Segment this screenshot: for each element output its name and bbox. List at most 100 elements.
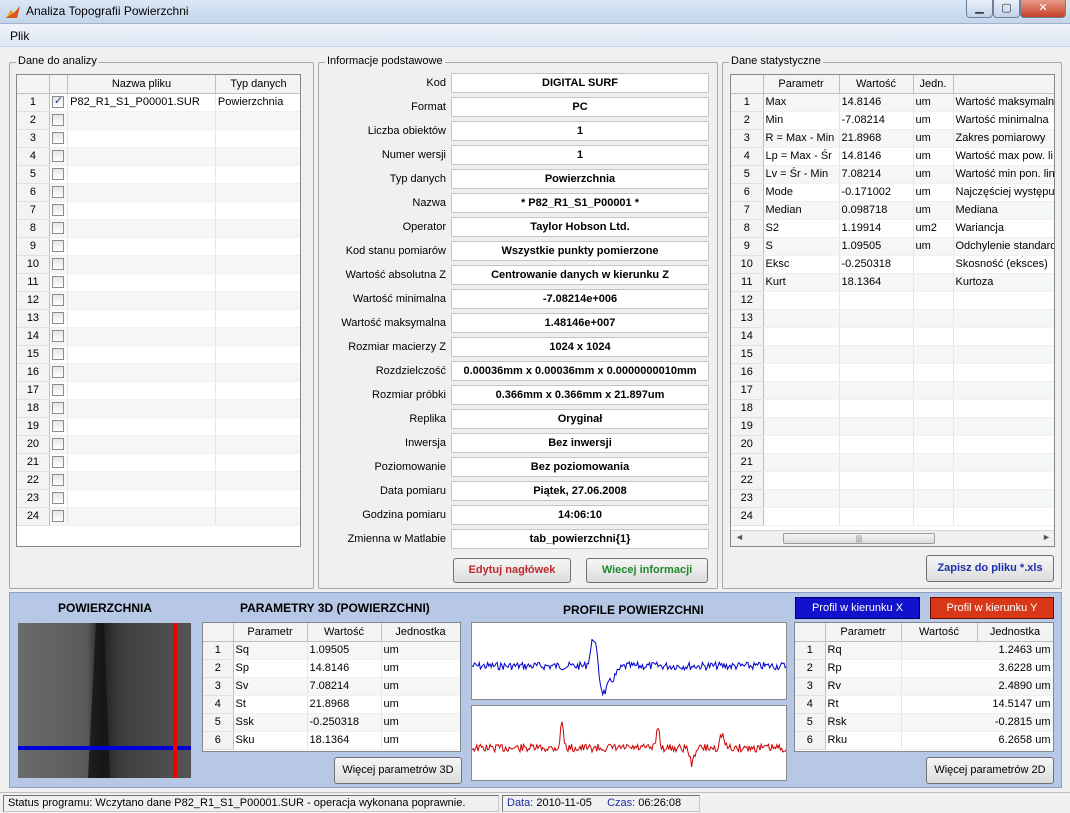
col-header-unit[interactable]: Jednostka <box>977 623 1053 642</box>
table-row[interactable]: 21 <box>17 453 300 472</box>
row-checkbox[interactable] <box>51 294 64 307</box>
row-checkbox[interactable] <box>51 312 64 325</box>
stat-cell-p[interactable]: Min <box>763 111 840 130</box>
profile-x-button[interactable]: Profil w kierunku X <box>795 597 920 619</box>
param2d-cell-p[interactable]: Rv <box>825 677 902 696</box>
stat-cell-d[interactable] <box>953 417 1054 436</box>
param3d-cell-p[interactable]: Sp <box>233 659 308 678</box>
info-value-field[interactable]: Oryginał <box>451 409 709 429</box>
row-checkbox[interactable] <box>51 492 64 505</box>
data-type-cell[interactable] <box>215 399 300 418</box>
table-row[interactable]: 17 <box>731 381 1054 400</box>
param3d-cell-u[interactable]: um <box>381 659 460 678</box>
data-type-cell[interactable] <box>215 345 300 364</box>
table-row[interactable]: 18 <box>731 399 1054 418</box>
stat-cell-d[interactable] <box>953 507 1054 526</box>
param2d-cell-p[interactable]: Rq <box>825 641 902 660</box>
stat-cell-p[interactable]: Lp = Max - Śr <box>763 147 840 166</box>
row-checkbox[interactable] <box>51 150 64 163</box>
info-value-field[interactable]: tab_powierzchni{1} <box>451 529 709 549</box>
save-xls-button[interactable]: Zapisz do pliku *.xls <box>926 555 1054 582</box>
col-header-param[interactable]: Parametr <box>233 623 308 642</box>
table-row[interactable]: 12 <box>731 291 1054 310</box>
table-row[interactable]: 3 Sv 7.08214 um <box>203 677 460 696</box>
table-row[interactable]: 11 <box>17 273 300 292</box>
table-row[interactable]: 4 St 21.8968 um <box>203 695 460 714</box>
stats-table[interactable]: Parametr Wartość Jedn. Op 1Max14.8146umW… <box>730 74 1055 547</box>
stat-cell-p[interactable] <box>763 417 840 436</box>
stat-cell-v[interactable] <box>839 453 914 472</box>
row-checkbox[interactable] <box>51 186 64 199</box>
table-row[interactable]: 1 P82_R1_S1_P00001.SURPowierzchnia <box>17 93 300 112</box>
param2d-cell-v[interactable]: 3.6228 um <box>901 659 1053 678</box>
stat-cell-p[interactable]: Max <box>763 93 840 112</box>
stat-cell-p[interactable]: Mode <box>763 183 840 202</box>
param3d-cell-v[interactable]: 21.8968 <box>307 695 382 714</box>
data-type-cell[interactable] <box>215 255 300 274</box>
col-header-unit[interactable]: Jednostka <box>381 623 460 642</box>
col-header-value[interactable]: Wartość <box>307 623 382 642</box>
info-value-field[interactable]: * P82_R1_S1_P00001 * <box>451 193 709 213</box>
file-name-cell[interactable] <box>67 417 216 436</box>
info-value-field[interactable]: PC <box>451 97 709 117</box>
row-checkbox[interactable] <box>51 510 64 523</box>
stat-cell-d[interactable]: Kurtoza <box>953 273 1054 292</box>
col-header-name[interactable]: Nazwa pliku <box>67 75 216 94</box>
table-row[interactable]: 1 Rq 1.2463 um <box>795 641 1053 660</box>
stat-cell-p[interactable]: Lv = Śr - Min <box>763 165 840 184</box>
stat-cell-u[interactable] <box>913 399 954 418</box>
stat-cell-p[interactable] <box>763 381 840 400</box>
stat-cell-u[interactable]: um2 <box>913 219 954 238</box>
row-checkbox[interactable] <box>51 132 64 145</box>
stat-cell-u[interactable] <box>913 381 954 400</box>
table-row[interactable]: 13 <box>17 309 300 328</box>
stat-cell-p[interactable] <box>763 507 840 526</box>
stat-cell-u[interactable]: um <box>913 237 954 256</box>
file-name-cell[interactable] <box>67 309 216 328</box>
maximize-button[interactable]: ▢ <box>993 0 1020 18</box>
param3d-cell-u[interactable]: um <box>381 731 460 750</box>
stat-cell-u[interactable] <box>913 507 954 526</box>
stat-cell-u[interactable] <box>913 453 954 472</box>
table-row[interactable]: 10 <box>17 255 300 274</box>
stat-cell-d[interactable]: Wartość maksymalna <box>953 93 1054 112</box>
param3d-cell-v[interactable]: 1.09505 <box>307 641 382 660</box>
info-value-field[interactable]: Piątek, 27.06.2008 <box>451 481 709 501</box>
data-type-cell[interactable] <box>215 129 300 148</box>
stat-cell-d[interactable] <box>953 399 1054 418</box>
table-row[interactable]: 18 <box>17 399 300 418</box>
table-row[interactable]: 2 Min -7.08214 um Wartość minimalna <box>731 111 1054 130</box>
param2d-cell-v[interactable]: 14.5147 um <box>901 695 1053 714</box>
profile-y-plot[interactable] <box>471 705 787 781</box>
file-name-cell[interactable] <box>67 255 216 274</box>
table-row[interactable]: 3 <box>17 129 300 148</box>
surface-image[interactable] <box>18 623 191 778</box>
table-row[interactable]: 2 <box>17 111 300 130</box>
stat-cell-p[interactable] <box>763 399 840 418</box>
stat-cell-v[interactable]: 1.09505 <box>839 237 914 256</box>
stat-cell-d[interactable] <box>953 489 1054 508</box>
data-type-cell[interactable] <box>215 381 300 400</box>
stat-cell-u[interactable]: um <box>913 183 954 202</box>
param3d-cell-u[interactable]: um <box>381 695 460 714</box>
row-checkbox[interactable] <box>51 456 64 469</box>
stat-cell-d[interactable]: Wartość max pow. li <box>953 147 1054 166</box>
stat-cell-p[interactable]: Kurt <box>763 273 840 292</box>
table-row[interactable]: 2 Sp 14.8146 um <box>203 659 460 678</box>
file-name-cell[interactable] <box>67 399 216 418</box>
scroll-right-arrow-icon[interactable]: ► <box>1042 532 1051 542</box>
file-name-cell[interactable] <box>67 327 216 346</box>
row-checkbox[interactable] <box>51 330 64 343</box>
table-row[interactable]: 23 <box>17 489 300 508</box>
data-type-cell[interactable] <box>215 165 300 184</box>
table-row[interactable]: 4 Lp = Max - Śr 14.8146 um Wartość max pow. … <box>731 147 1054 166</box>
stat-cell-d[interactable] <box>953 381 1054 400</box>
stat-cell-u[interactable] <box>913 489 954 508</box>
stat-cell-p[interactable] <box>763 489 840 508</box>
file-name-cell[interactable] <box>67 147 216 166</box>
table-row[interactable]: 17 <box>17 381 300 400</box>
info-value-field[interactable]: Bez poziomowania <box>451 457 709 477</box>
data-type-cell[interactable] <box>215 363 300 382</box>
stat-cell-u[interactable] <box>913 363 954 382</box>
stat-cell-d[interactable]: Odchylenie standard <box>953 237 1054 256</box>
